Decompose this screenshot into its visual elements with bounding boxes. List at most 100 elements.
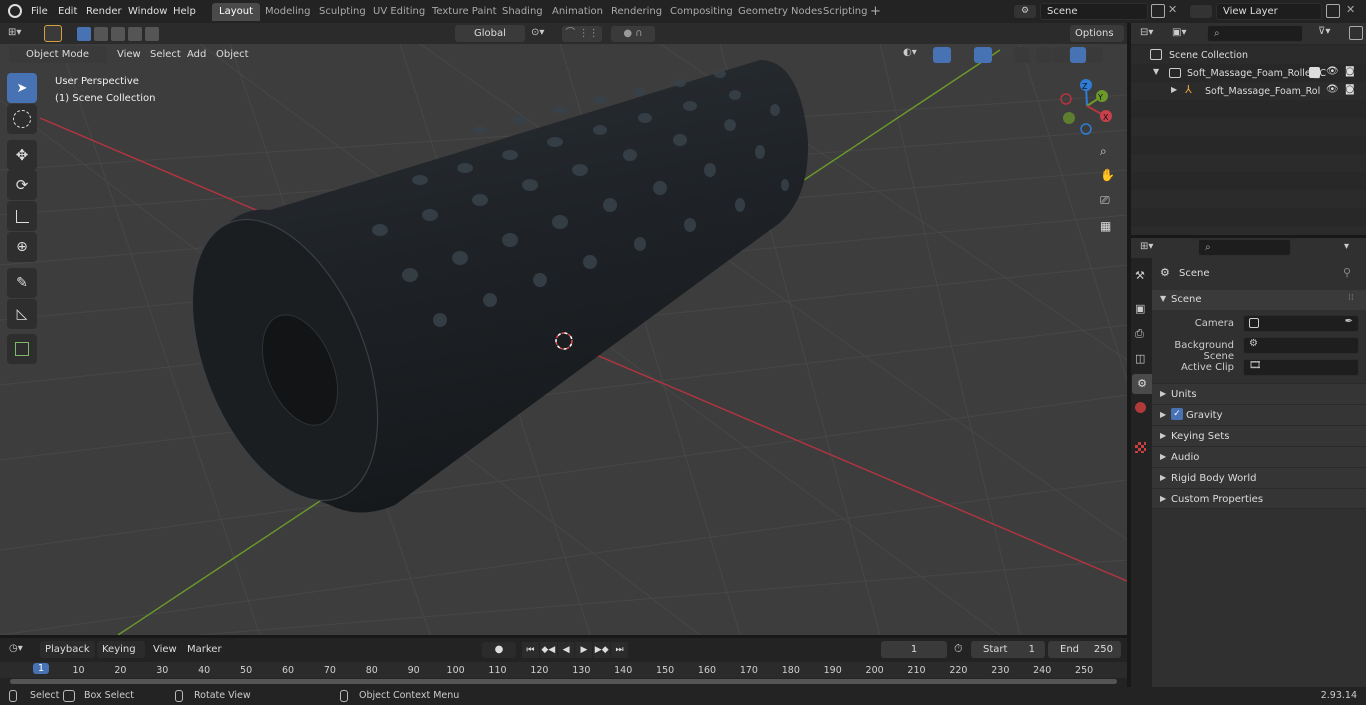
collapse-arrow-icon[interactable]: ▶ — [1160, 410, 1166, 419]
gravity-panel[interactable] — [1152, 404, 1366, 425]
3d-viewport[interactable] — [0, 44, 1127, 635]
tab-geometry-nodes[interactable]: Geometry Nodes — [731, 3, 829, 21]
ortho-grid-icon[interactable]: ▦ — [1100, 219, 1116, 235]
render-tab-icon[interactable]: ▣ — [1135, 302, 1145, 315]
record-button[interactable]: ● — [482, 642, 516, 658]
prev-keyframe-icon[interactable]: ◆◀ — [539, 642, 557, 658]
eyedropper-icon[interactable]: ✒ — [1345, 316, 1353, 327]
play-icon[interactable]: ▶ — [575, 642, 593, 658]
playback-menu[interactable]: Playback — [40, 641, 95, 658]
scene-icon[interactable]: ⚙ — [1014, 5, 1036, 18]
collapse-arrow-icon[interactable]: ▶ — [1160, 431, 1166, 440]
menu-render[interactable]: Render — [86, 0, 122, 23]
next-keyframe-icon[interactable]: ▶◆ — [593, 642, 611, 658]
play-reverse-icon[interactable]: ◀ — [557, 642, 575, 658]
background-scene-field[interactable]: ⚙ — [1243, 337, 1359, 354]
close-scene-icon[interactable]: ✕ — [1168, 3, 1177, 16]
add-workspace-icon[interactable]: + — [870, 4, 881, 19]
tab-rendering[interactable]: Rendering — [604, 3, 669, 21]
tab-scripting[interactable]: Scripting — [816, 3, 874, 21]
menu-file[interactable]: File — [31, 0, 48, 23]
scene-tab-icon[interactable]: ⚙ — [1132, 374, 1152, 394]
overlay-toggle-icon[interactable] — [974, 47, 992, 63]
tab-shading[interactable]: Shading — [495, 3, 550, 21]
menu-window[interactable]: Window — [128, 0, 167, 23]
collection-checkbox-icon[interactable] — [1309, 67, 1320, 78]
gizmo-toggle-icon[interactable] — [933, 47, 951, 63]
scale-tool[interactable] — [7, 201, 37, 231]
expand-arrow-icon[interactable]: ▼ — [1153, 67, 1159, 76]
collapse-arrow-icon[interactable]: ▶ — [1160, 473, 1166, 482]
collapse-arrow-icon[interactable]: ▶ — [1160, 452, 1166, 461]
tab-texture-paint[interactable]: Texture Paint — [425, 3, 504, 21]
properties-options-icon[interactable]: ▾ — [1344, 241, 1349, 252]
transform-orientation-dropdown[interactable]: Global — [455, 25, 525, 42]
keying-menu[interactable]: Keying — [97, 641, 145, 658]
pivot-icon[interactable]: ⊙▾ — [531, 27, 555, 41]
tab-modeling[interactable]: Modeling — [258, 3, 318, 21]
current-frame-field[interactable]: 1 — [881, 641, 947, 658]
expand-arrow-icon[interactable]: ▶ — [1171, 85, 1177, 94]
active-clip-field[interactable]: 🎞 — [1243, 359, 1359, 376]
options-dropdown[interactable]: Options — [1070, 25, 1124, 42]
object-mode-dropdown[interactable]: Object Mode — [9, 46, 107, 63]
wireframe-shading-icon[interactable] — [1036, 47, 1052, 63]
timeline-view-menu[interactable]: View — [153, 644, 177, 655]
move-tool[interactable]: ✥ — [7, 140, 37, 170]
tab-layout[interactable]: Layout — [212, 3, 260, 21]
pin-icon[interactable]: ⚲ — [1343, 266, 1351, 279]
view-layer-icon[interactable] — [1190, 5, 1212, 18]
new-view-layer-icon[interactable] — [1326, 4, 1340, 18]
tab-animation[interactable]: Animation — [545, 3, 610, 21]
material-shading-icon[interactable] — [1070, 47, 1086, 63]
select-mode-icons[interactable] — [77, 27, 161, 41]
solid-shading-icon[interactable] — [1053, 47, 1069, 63]
output-tab-icon[interactable]: ⎙ — [1135, 327, 1144, 341]
menu-help[interactable]: Help — [173, 0, 196, 23]
timeline-editor-icon[interactable]: ◷▾ — [9, 643, 23, 654]
viewport-menu-add[interactable]: Add — [187, 49, 206, 60]
drag-grip-icon[interactable]: ⁞⁞ — [1348, 293, 1354, 303]
pan-hand-icon[interactable]: ✋ — [1100, 168, 1116, 184]
collapse-arrow-icon[interactable]: ▶ — [1160, 389, 1166, 398]
jump-end-icon[interactable]: ⏭ — [611, 642, 628, 658]
properties-editor-icon[interactable]: ⊞▾ — [1140, 241, 1153, 252]
new-scene-icon[interactable] — [1151, 4, 1165, 18]
select-box-tool[interactable]: ➤ — [7, 73, 37, 103]
proportional-edit-icon[interactable]: ● ∩ — [611, 26, 655, 42]
scene-field[interactable]: Scene — [1040, 3, 1148, 20]
xray-icon[interactable] — [1014, 47, 1030, 63]
tool-tab-icon[interactable]: ⚒ — [1135, 269, 1145, 282]
view-layer-tab-icon[interactable]: ◫ — [1135, 352, 1145, 365]
camera-field[interactable]: ✒ — [1243, 315, 1359, 332]
mode-extend-icon[interactable] — [94, 27, 108, 41]
menu-edit[interactable]: Edit — [58, 0, 77, 23]
camera-view-icon[interactable]: ⎚ — [1100, 193, 1116, 209]
mode-subtract-icon[interactable] — [111, 27, 125, 41]
timeline-marker-menu[interactable]: Marker — [187, 644, 222, 655]
editor-type-icon[interactable]: ⊞▾ — [8, 27, 34, 41]
snap-icon[interactable]: ⌒ ⋮⋮ — [562, 26, 602, 42]
outliner-search-input[interactable]: ⌕ — [1207, 25, 1303, 42]
camera-render-icon[interactable]: ◙ — [1345, 84, 1355, 95]
visibility-icon[interactable]: ◐▾ — [903, 47, 929, 63]
select-tool-icon[interactable] — [44, 25, 62, 42]
filter-icon[interactable]: ⊽▾ — [1318, 26, 1330, 37]
zoom-icon[interactable]: ⌕ — [1100, 144, 1116, 160]
properties-search-input[interactable]: ⌕ — [1198, 239, 1291, 256]
mode-difference-icon[interactable] — [128, 27, 142, 41]
end-frame-field[interactable]: End 250 — [1048, 641, 1121, 658]
measure-tool[interactable]: ◺ — [7, 299, 37, 329]
rendered-shading-icon[interactable] — [1087, 47, 1103, 63]
jump-start-icon[interactable]: ⏮ — [522, 642, 539, 658]
annotate-tool[interactable]: ✎ — [7, 268, 37, 298]
section-expand-icon[interactable]: ▼ — [1160, 294, 1166, 303]
tab-uv-editing[interactable]: UV Editing — [366, 3, 432, 21]
collapse-arrow-icon[interactable]: ▶ — [1160, 494, 1166, 503]
foam-roller-object[interactable] — [155, 60, 809, 527]
viewport-menu-object[interactable]: Object — [216, 49, 249, 60]
close-view-layer-icon[interactable]: ✕ — [1346, 3, 1355, 16]
start-frame-field[interactable]: Start 1 — [971, 641, 1045, 658]
viewport-menu-select[interactable]: Select — [150, 49, 181, 60]
timeline-scrollbar[interactable] — [10, 679, 1117, 684]
